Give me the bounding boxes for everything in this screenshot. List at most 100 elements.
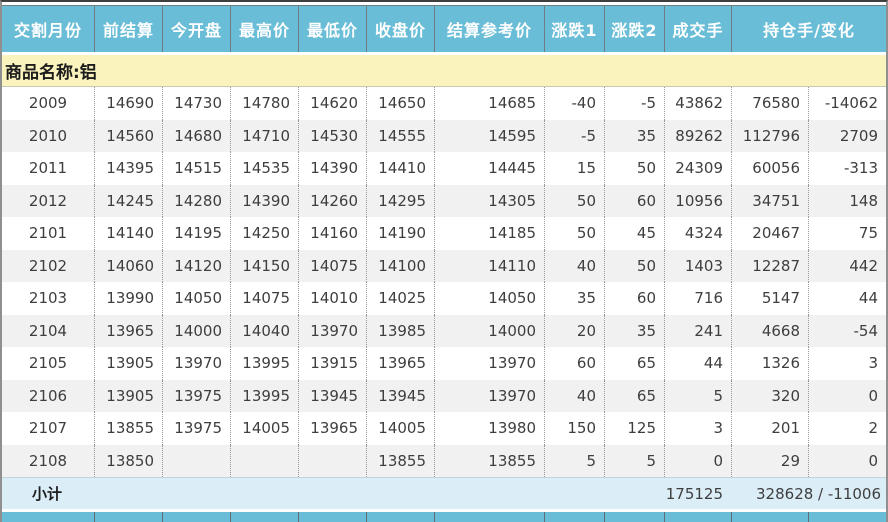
cell-volume: 43862 <box>664 87 731 120</box>
cell-low: 14260 <box>298 184 366 217</box>
cell-change2: 65 <box>604 347 664 380</box>
cell-change1: 35 <box>544 282 604 315</box>
cell-open-interest: 320 <box>731 379 808 412</box>
strip-segment-high <box>230 512 298 522</box>
cell-low <box>298 444 366 477</box>
cell-open: 14515 <box>162 152 230 185</box>
table-row-2107: 2107 13855 13975 14005 13965 14005 13980 150 125… <box>2 412 886 445</box>
table-header-row: 交割月份 前结算 今开盘 最高价 最低价 收盘价 结算参考价 涨跌1 涨跌2 成交手 持仓手/变化 <box>2 2 886 55</box>
cell-open: 14000 <box>162 314 230 347</box>
cell-close: 14100 <box>366 249 434 282</box>
cell-oi-change: 442 <box>808 249 886 282</box>
strip-segment-open-interest <box>731 512 808 522</box>
cell-change1: 40 <box>544 249 604 282</box>
column-header-change1: 涨跌1 <box>544 5 604 52</box>
cell-close: 14005 <box>366 412 434 445</box>
cell-high: 13995 <box>230 347 298 380</box>
cell-settlement-ref: 14110 <box>434 249 544 282</box>
cell-change2: 65 <box>604 379 664 412</box>
cell-high: 14390 <box>230 184 298 217</box>
cell-month: 2009 <box>28 94 68 113</box>
cell-settlement-ref: 14595 <box>434 119 544 152</box>
cell-change2: 60 <box>604 282 664 315</box>
cell-low: 14075 <box>298 249 366 282</box>
cell-change1: -40 <box>544 87 604 120</box>
cell-prev-settlement: 14140 <box>94 217 162 250</box>
cell-low: 13915 <box>298 347 366 380</box>
cell-close: 13985 <box>366 314 434 347</box>
cell-change1: 50 <box>544 217 604 250</box>
table-body: 2009 14690 14730 14780 14620 14650 14685 -40 -5 4… <box>2 87 886 477</box>
cell-oi-change: 75 <box>808 217 886 250</box>
table-row-2010: 2010 14560 14680 14710 14530 14555 14595 -5 35 89… <box>2 119 886 152</box>
cell-settlement-ref: 13970 <box>434 347 544 380</box>
cell-open: 14280 <box>162 184 230 217</box>
cell-high: 14150 <box>230 249 298 282</box>
cell-open: 13975 <box>162 379 230 412</box>
cell-oi-change: -313 <box>808 152 886 185</box>
cell-oi-change: -14062 <box>808 87 886 120</box>
cell-low: 13970 <box>298 314 366 347</box>
cell-low: 14390 <box>298 152 366 185</box>
cell-open-interest: 12287 <box>731 249 808 282</box>
cell-open-interest: 1326 <box>731 347 808 380</box>
cell-open: 13975 <box>162 412 230 445</box>
commodity-group-row: 商品名称:铝 <box>2 55 886 87</box>
cell-change2: 45 <box>604 217 664 250</box>
next-table-header-strip <box>2 512 886 522</box>
cell-change1: 5 <box>544 444 604 477</box>
strip-segment-close <box>366 512 434 522</box>
cell-month: 2010 <box>28 126 68 145</box>
cell-month: 2102 <box>28 256 68 275</box>
cell-month: 2012 <box>28 191 68 210</box>
cell-close: 14555 <box>366 119 434 152</box>
column-header-low: 最低价 <box>298 5 366 52</box>
cell-change2: 50 <box>604 152 664 185</box>
futures-quote-table: 交割月份 前结算 今开盘 最高价 最低价 收盘价 结算参考价 涨跌1 涨跌2 成交手 持仓手/变化 … <box>0 0 888 522</box>
cell-open: 14050 <box>162 282 230 315</box>
cell-month: 2103 <box>28 289 68 308</box>
cell-open-interest: 60056 <box>731 152 808 185</box>
cell-settlement-ref: 13855 <box>434 444 544 477</box>
column-header-open: 今开盘 <box>162 5 230 52</box>
cell-high: 14040 <box>230 314 298 347</box>
cell-close: 14025 <box>366 282 434 315</box>
cell-open: 14195 <box>162 217 230 250</box>
cell-volume: 44 <box>664 347 731 380</box>
cell-change1: 60 <box>544 347 604 380</box>
column-header-month: 交割月份 <box>2 5 94 52</box>
table-row-2108: 2108 13850 13855 13855 5 5 0 29 0 <box>2 444 886 477</box>
table-row-2102: 2102 14060 14120 14150 14075 14100 14110 40 50 14… <box>2 249 886 282</box>
table-row-2103: 2103 13990 14050 14075 14010 14025 14050 35 60 71… <box>2 282 886 315</box>
cell-low: 14530 <box>298 119 366 152</box>
strip-segment-volume <box>664 512 731 522</box>
cell-prev-settlement: 14690 <box>94 87 162 120</box>
subtotal-open-interest-change: 328628 / -11006 <box>756 484 881 503</box>
cell-oi-change: 2709 <box>808 119 886 152</box>
strip-segment-change2 <box>604 512 664 522</box>
strip-segment-low <box>298 512 366 522</box>
column-header-change2: 涨跌2 <box>604 5 664 52</box>
cell-open: 14680 <box>162 119 230 152</box>
cell-change2: 35 <box>604 314 664 347</box>
cell-open-interest: 20467 <box>731 217 808 250</box>
cell-change2: 35 <box>604 119 664 152</box>
cell-high: 14535 <box>230 152 298 185</box>
commodity-name-label: 商品名称:铝 <box>5 63 97 83</box>
cell-change1: 20 <box>544 314 604 347</box>
table-row-2104: 2104 13965 14000 14040 13970 13985 14000 20 35 24… <box>2 314 886 347</box>
cell-prev-settlement: 14245 <box>94 184 162 217</box>
cell-open <box>162 444 230 477</box>
table-row-2105: 2105 13905 13970 13995 13915 13965 13970 60 65 44… <box>2 347 886 380</box>
cell-oi-change: 2 <box>808 412 886 445</box>
column-header-open-interest-change: 持仓手/变化 <box>731 5 886 52</box>
table-row-2101: 2101 14140 14195 14250 14160 14190 14185 50 45 43… <box>2 217 886 250</box>
cell-settlement-ref: 14000 <box>434 314 544 347</box>
cell-change2: -5 <box>604 87 664 120</box>
column-header-high: 最高价 <box>230 5 298 52</box>
cell-change2: 60 <box>604 184 664 217</box>
cell-oi-change: 3 <box>808 347 886 380</box>
cell-change2: 5 <box>604 444 664 477</box>
cell-close: 14190 <box>366 217 434 250</box>
cell-volume: 716 <box>664 282 731 315</box>
